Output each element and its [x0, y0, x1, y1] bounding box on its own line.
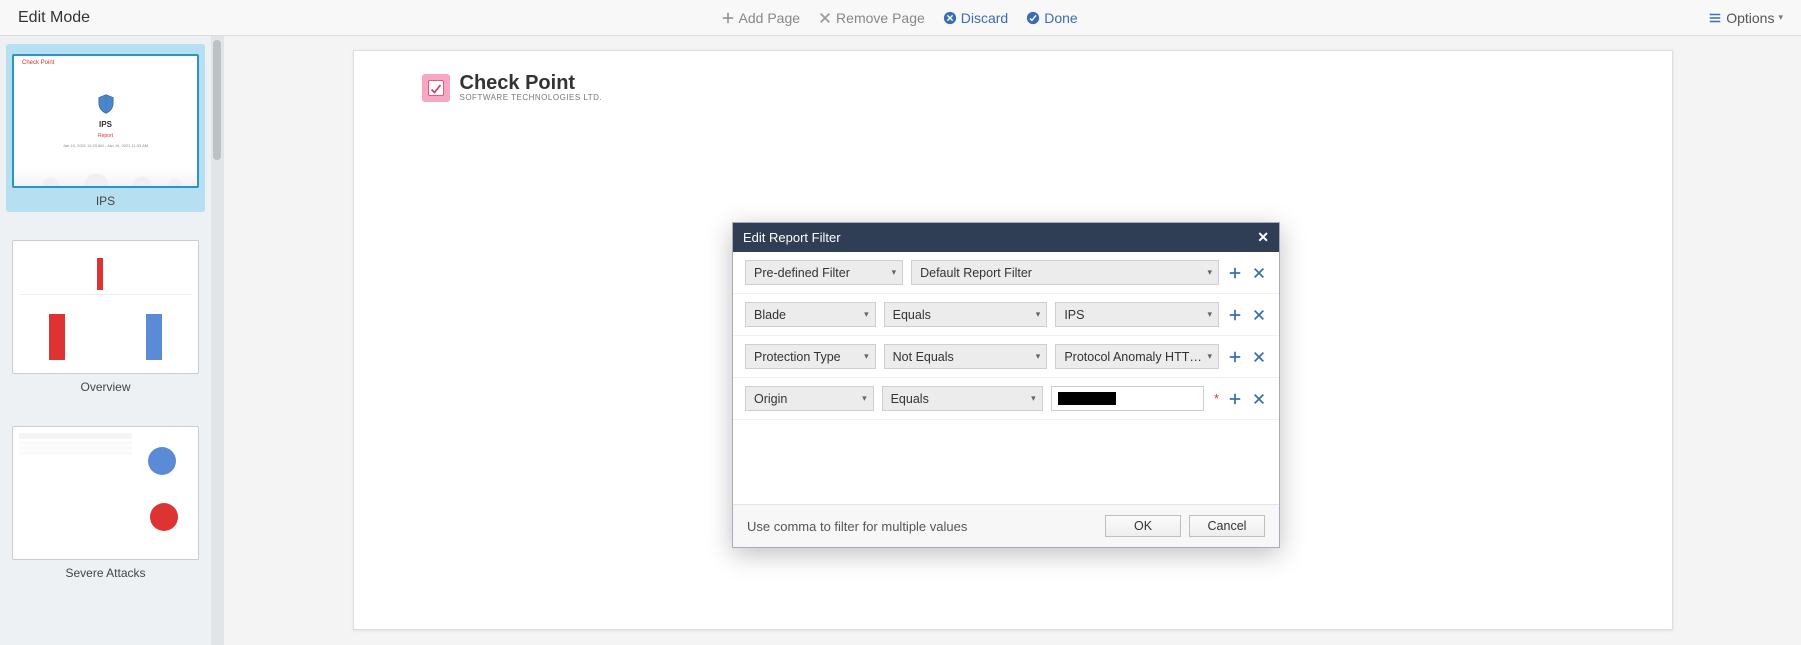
remove-page-button[interactable]: Remove Page: [818, 10, 925, 26]
x-icon: [818, 11, 832, 25]
options-menu[interactable]: Options ▾: [1708, 10, 1783, 26]
edit-report-filter-dialog: Edit Report Filter ✕ Pre-defined Filter ▾…: [732, 222, 1280, 548]
brand-header: Check Point SOFTWARE TECHNOLOGIES LTD.: [422, 73, 1604, 102]
skyline-decoration: [14, 168, 197, 186]
scrollbar-handle[interactable]: [213, 40, 221, 160]
options-label: Options: [1726, 10, 1774, 26]
thumb-timeframe: Jan 19, 2021 11:33 AM - Jan 19, 2021 11:…: [63, 143, 148, 148]
filter-value-text: Default Report Filter: [920, 266, 1032, 280]
ok-button[interactable]: OK: [1105, 515, 1181, 537]
thumb-subtitle: Report: [98, 133, 113, 139]
add-filter-button[interactable]: [1227, 391, 1243, 407]
thumb-title: IPS: [99, 120, 112, 129]
filter-operator-select[interactable]: Not Equals ▾: [884, 344, 1048, 369]
filter-field-value: Origin: [754, 392, 787, 406]
filter-field-select[interactable]: Origin ▾: [745, 386, 874, 411]
options-icon: [1708, 11, 1722, 25]
dialog-hint: Use comma to filter for multiple values: [747, 519, 967, 534]
filter-value-select[interactable]: IPS ▾: [1055, 302, 1219, 327]
remove-filter-button[interactable]: [1251, 349, 1267, 365]
remove-filter-button[interactable]: [1251, 391, 1267, 407]
add-page-button[interactable]: Add Page: [721, 10, 801, 26]
filter-field-select[interactable]: Pre-defined Filter ▾: [745, 260, 903, 285]
thumb-label: IPS: [10, 194, 201, 208]
sidebar-scrollbar[interactable]: [211, 36, 223, 645]
add-filter-button[interactable]: [1227, 349, 1243, 365]
filter-field-select[interactable]: Blade ▾: [745, 302, 876, 327]
filter-field-value: Pre-defined Filter: [754, 266, 850, 280]
topbar-actions: Add Page Remove Page Discard Done: [721, 10, 1078, 26]
filter-value-text: IPS: [1064, 308, 1084, 322]
filter-operator-value: Equals: [891, 392, 929, 406]
done-label: Done: [1044, 10, 1077, 26]
chevron-down-icon: ▾: [864, 351, 869, 362]
dialog-title: Edit Report Filter: [743, 230, 841, 245]
chevron-down-icon: ▾: [1036, 351, 1041, 362]
page-thumbnail-severe-attacks[interactable]: Severe Attacks: [6, 416, 205, 584]
filter-operator-value: Not Equals: [893, 350, 954, 364]
shield-icon: [97, 94, 115, 116]
filter-operator-select[interactable]: Equals ▾: [882, 386, 1043, 411]
checkpoint-logo-icon: [422, 74, 450, 102]
sidebar: Check Point IPS Report Jan 19, 2021 11:3…: [0, 36, 224, 645]
chevron-down-icon: ▾: [1036, 309, 1041, 320]
remove-page-label: Remove Page: [836, 10, 925, 26]
chevron-down-icon: ▾: [1207, 309, 1212, 320]
add-page-label: Add Page: [739, 10, 801, 26]
chevron-down-icon: ▾: [892, 267, 897, 278]
chevron-down-icon: ▾: [1207, 351, 1212, 362]
remove-filter-button[interactable]: [1251, 265, 1267, 281]
filter-operator-value: Equals: [893, 308, 931, 322]
page-thumbnail-ips[interactable]: Check Point IPS Report Jan 19, 2021 11:3…: [6, 44, 205, 212]
brand-subtitle: SOFTWARE TECHNOLOGIES LTD.: [460, 93, 603, 102]
cancel-label: Cancel: [1208, 519, 1247, 533]
add-filter-button[interactable]: [1227, 265, 1243, 281]
discard-button[interactable]: Discard: [943, 10, 1008, 26]
cancel-button[interactable]: Cancel: [1189, 515, 1265, 537]
filter-value-text: Protocol Anomaly HTTP,Proto...: [1064, 350, 1204, 364]
filter-row: Pre-defined Filter ▾ Default Report Filte…: [733, 252, 1279, 294]
brand-name: Check Point: [460, 73, 603, 93]
add-filter-button[interactable]: [1227, 307, 1243, 323]
filter-row: Origin ▾ Equals ▾ *: [733, 378, 1279, 420]
filter-value-select[interactable]: Default Report Filter ▾: [911, 260, 1219, 285]
thumb-label: Severe Attacks: [10, 566, 201, 580]
filter-row: Protection Type ▾ Not Equals ▾ Protocol An…: [733, 336, 1279, 378]
dialog-close-button[interactable]: ✕: [1257, 229, 1269, 246]
mode-title: Edit Mode: [18, 9, 90, 27]
discard-icon: [943, 11, 957, 25]
redacted-value: [1058, 392, 1116, 405]
top-bar: Edit Mode Add Page Remove Page Discard D…: [0, 0, 1801, 36]
ok-label: OK: [1134, 519, 1152, 533]
chevron-down-icon: ▾: [864, 309, 869, 320]
filter-field-value: Blade: [754, 308, 786, 322]
filter-value-select[interactable]: Protocol Anomaly HTTP,Proto...▾: [1055, 344, 1219, 369]
done-icon: [1026, 11, 1040, 25]
thumb-brand: Check Point: [22, 60, 54, 66]
page-thumbnail-overview[interactable]: Overview: [6, 230, 205, 398]
plus-icon: [721, 11, 735, 25]
filter-field-value: Protection Type: [754, 350, 841, 364]
filter-operator-select[interactable]: Equals ▾: [884, 302, 1048, 327]
required-indicator: *: [1214, 391, 1219, 406]
chevron-down-icon: ▾: [1778, 12, 1783, 23]
done-button[interactable]: Done: [1026, 10, 1077, 26]
chevron-down-icon: ▾: [1207, 267, 1212, 278]
thumb-label: Overview: [10, 380, 201, 394]
chevron-down-icon: ▾: [1031, 393, 1036, 404]
filter-row: Blade ▾ Equals ▾ IPS ▾: [733, 294, 1279, 336]
discard-label: Discard: [961, 10, 1008, 26]
remove-filter-button[interactable]: [1251, 307, 1267, 323]
filter-value-input[interactable]: [1051, 386, 1204, 411]
canvas: Check Point SOFTWARE TECHNOLOGIES LTD. E…: [224, 36, 1801, 645]
filter-field-select[interactable]: Protection Type ▾: [745, 344, 876, 369]
chevron-down-icon: ▾: [862, 393, 867, 404]
